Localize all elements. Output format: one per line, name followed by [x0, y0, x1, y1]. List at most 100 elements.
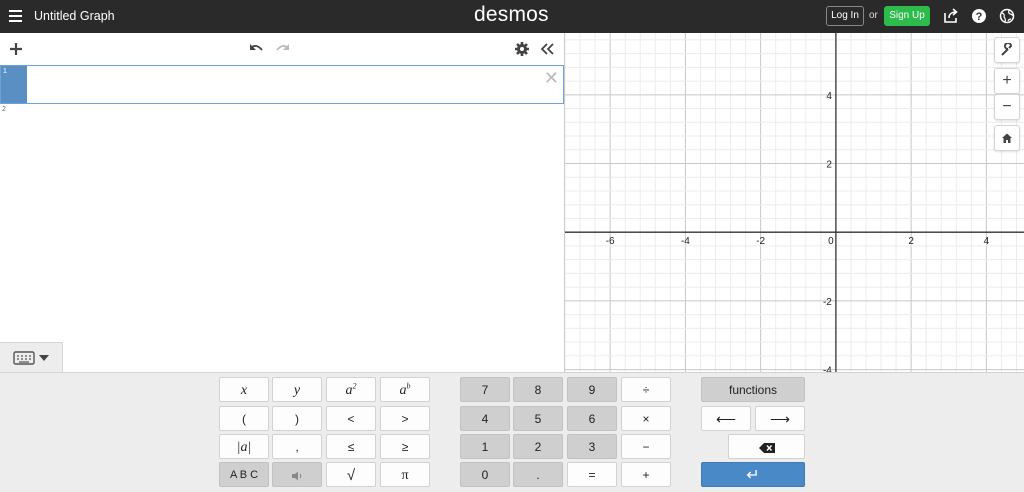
plus-icon: +	[1002, 72, 1012, 89]
home-icon	[1002, 133, 1012, 143]
key-backspace[interactable]	[728, 434, 805, 459]
key-label: π	[401, 468, 409, 483]
key-less-equal[interactable]: ≤	[326, 434, 376, 459]
expression-toolbar	[0, 33, 564, 65]
graph-paper[interactable]: -6 -4 -2 0 2 4 4 2 -2 -4	[565, 33, 1024, 373]
key-label: 2	[534, 440, 542, 454]
key-divide[interactable]: ÷	[621, 377, 671, 402]
default-viewport-button[interactable]	[994, 125, 1020, 151]
key-greater-equal[interactable]: ≥	[380, 434, 430, 459]
key-4[interactable]: 4	[460, 406, 510, 431]
key-label: ≥	[401, 440, 409, 454]
key-square[interactable]: a2	[326, 377, 376, 402]
x-tick-label: -2	[756, 236, 765, 247]
key-comma[interactable]: ,	[272, 434, 322, 459]
key-0[interactable]: 0	[460, 462, 510, 487]
collapse-panel-icon[interactable]	[539, 41, 555, 57]
key-sqrt[interactable]: √	[326, 462, 376, 487]
key-label: A B C	[229, 469, 259, 481]
key-2[interactable]: 2	[513, 434, 563, 459]
settings-gear-icon[interactable]	[514, 41, 530, 57]
globe-icon[interactable]	[999, 8, 1015, 24]
login-button[interactable]: Log In	[826, 6, 864, 26]
key-label: x	[240, 383, 248, 398]
zoom-out-button[interactable]: −	[994, 94, 1020, 120]
key-multiply[interactable]: ×	[621, 406, 671, 431]
or-label: or	[869, 10, 878, 21]
right-arrow-icon: ⟶	[769, 411, 791, 427]
graph-title[interactable]: Untitled Graph	[34, 9, 115, 23]
top-bar: Untitled Graph desmos Log In or Sign Up …	[0, 0, 1024, 33]
key-audio[interactable]	[272, 462, 322, 487]
key-label: y	[293, 383, 301, 398]
key-label: 4	[481, 412, 489, 426]
menu-icon[interactable]	[9, 10, 22, 22]
backspace-icon	[758, 443, 775, 453]
y-tick-label: 2	[826, 160, 832, 171]
key-decimal[interactable]: .	[513, 462, 563, 487]
minus-icon: −	[1002, 98, 1012, 115]
help-icon[interactable]: ?	[971, 8, 987, 24]
key-y[interactable]: y	[272, 377, 322, 402]
key-right-arrow[interactable]: ⟶	[755, 406, 805, 431]
key-label: =	[588, 468, 596, 482]
delete-expression-icon[interactable]: ✕	[544, 68, 559, 89]
key-3[interactable]: 3	[567, 434, 617, 459]
graph-settings-button[interactable]	[994, 37, 1020, 63]
keypad: x y a2 ab ( ) < > |a| , ≤ ≥ A B C √ π 7 …	[0, 372, 1024, 492]
key-abc[interactable]: A B C	[219, 462, 269, 487]
graph-canvas[interactable]: -6 -4 -2 0 2 442-2-4	[565, 33, 1024, 373]
key-9[interactable]: 9	[567, 377, 617, 402]
keyboard-toggle[interactable]	[0, 342, 63, 373]
row-number[interactable]: 2	[0, 104, 26, 136]
key-label: (	[242, 412, 246, 426]
add-icon[interactable]	[8, 41, 24, 57]
speaker-icon	[292, 471, 302, 481]
key-less-than[interactable]: <	[326, 406, 376, 431]
key-label: −	[642, 440, 650, 454]
key-pi[interactable]: π	[380, 462, 430, 487]
key-1[interactable]: 1	[460, 434, 510, 459]
key-subtract[interactable]: −	[621, 434, 671, 459]
key-label: ×	[642, 412, 650, 426]
signup-button[interactable]: Sign Up	[884, 6, 930, 26]
key-label: a	[399, 383, 407, 398]
expression-row[interactable]: 1 ✕	[0, 65, 564, 104]
x-tick-label: -6	[606, 236, 615, 247]
key-superscript: b	[406, 381, 411, 391]
zoom-in-button[interactable]: +	[994, 68, 1020, 94]
key-greater-than[interactable]: >	[380, 406, 430, 431]
undo-icon[interactable]	[248, 41, 264, 57]
key-power[interactable]: ab	[380, 377, 430, 402]
key-enter[interactable]: ↵	[701, 462, 805, 487]
share-icon[interactable]	[943, 8, 959, 24]
key-label: √	[346, 467, 356, 484]
x-tick-label: 2	[908, 236, 914, 247]
key-label: .	[536, 468, 540, 482]
x-tick-label: -4	[681, 236, 690, 247]
key-equals[interactable]: =	[567, 462, 617, 487]
key-close-paren[interactable]: )	[272, 406, 322, 431]
key-left-arrow[interactable]: ⟵	[701, 406, 751, 431]
key-label: >	[401, 412, 409, 426]
key-superscript: 2	[352, 381, 357, 391]
key-label: 9	[588, 383, 596, 397]
y-tick-label: -2	[823, 297, 832, 308]
redo-icon[interactable]	[275, 41, 291, 57]
key-7[interactable]: 7	[460, 377, 510, 402]
functions-button[interactable]: functions	[701, 377, 805, 402]
key-label: 8	[534, 383, 542, 397]
key-label: 1	[481, 440, 489, 454]
key-8[interactable]: 8	[513, 377, 563, 402]
key-add[interactable]: +	[621, 462, 671, 487]
key-label: ≤	[347, 440, 355, 454]
chevron-down-icon	[39, 355, 49, 361]
key-5[interactable]: 5	[513, 406, 563, 431]
key-label: a	[345, 383, 353, 398]
key-open-paren[interactable]: (	[219, 406, 269, 431]
key-6[interactable]: 6	[567, 406, 617, 431]
key-x[interactable]: x	[219, 377, 269, 402]
expression-panel: 1 ✕ 2	[0, 33, 565, 373]
key-abs[interactable]: |a|	[219, 434, 269, 459]
row-number: 1	[1, 66, 27, 103]
